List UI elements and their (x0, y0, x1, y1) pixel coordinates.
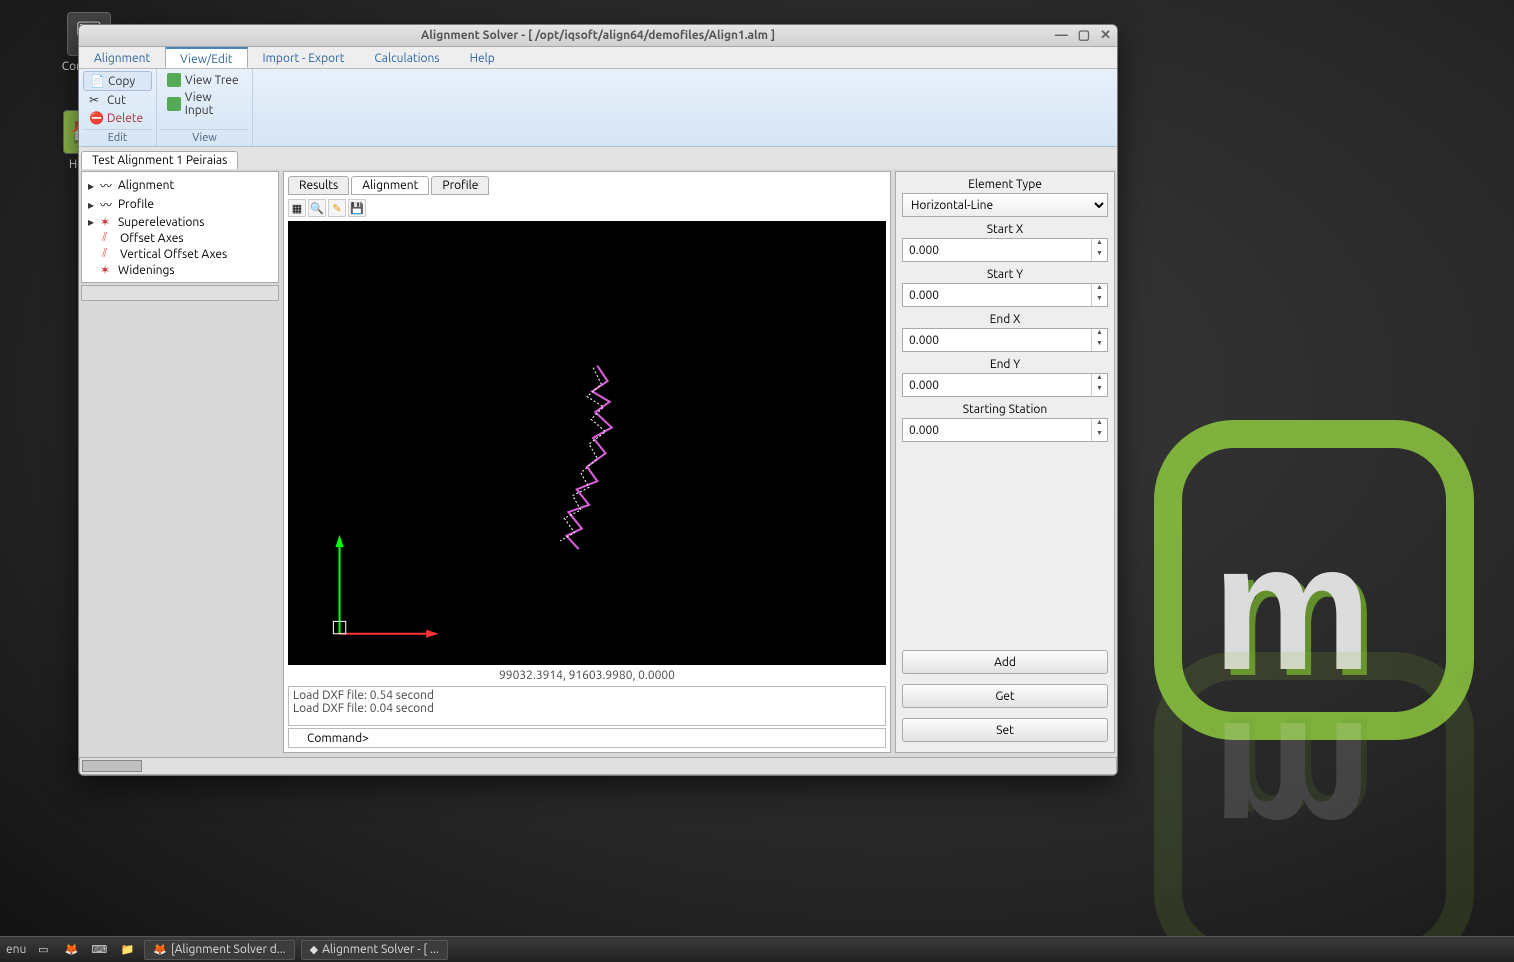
tab-results[interactable]: Results (288, 176, 349, 195)
menu-button-label[interactable]: enu (6, 943, 26, 956)
log-panel[interactable]: Load DXF file: 0.54 second Load DXF file… (288, 686, 886, 726)
input-icon (167, 97, 181, 111)
show-desktop-icon[interactable]: ▭ (32, 940, 54, 960)
files-icon[interactable]: 📁 (116, 940, 138, 960)
spin-down[interactable]: ▼ (1092, 295, 1107, 306)
tab-alignment[interactable]: Alignment (351, 176, 429, 195)
copy-icon: 📄 (90, 74, 104, 88)
start-y-input[interactable]: ▲▼ (902, 283, 1108, 307)
menu-import-export[interactable]: Import - Export (248, 47, 360, 68)
taskbar-item[interactable]: 🦊 [Alignment Solver d... (144, 940, 294, 960)
app-window: Alignment Solver - [ /opt/iqsoft/align64… (78, 24, 1118, 776)
properties-panel: Element Type Horizontal-Line Start X ▲▼ … (895, 171, 1115, 753)
field-label: End X (902, 313, 1108, 326)
delete-icon: ⛔ (89, 111, 103, 125)
mint-logo-reflection: m (1154, 652, 1474, 962)
log-line: Load DXF file: 0.54 second (293, 689, 881, 702)
field-label: Start Y (902, 268, 1108, 281)
ribbon-group-label: View (161, 129, 248, 144)
firefox-icon[interactable]: 🦊 (60, 940, 82, 960)
doc-tab[interactable]: Test Alignment 1 Peiraias (81, 151, 238, 169)
alignment-drawing (288, 221, 886, 665)
end-x-input[interactable]: ▲▼ (902, 328, 1108, 352)
command-input-wrap (288, 728, 886, 748)
tree-node-profile[interactable]: ▸〰Profile (84, 195, 276, 214)
save-icon[interactable]: 💾 (348, 199, 366, 217)
zoom-icon[interactable]: 🔍 (308, 199, 326, 217)
canvas-toolbar: ▦ 🔍 ✎ 💾 (288, 195, 886, 221)
tree-node-superelevations[interactable]: ▸✶Superelevations (84, 214, 276, 230)
tree-panel[interactable]: ▸〰Alignment ▸〰Profile ▸✶Superelevations … (81, 171, 279, 283)
ribbon-group-view: View Tree View Input View (157, 69, 253, 146)
element-type-select[interactable]: Horizontal-Line (902, 193, 1108, 217)
starting-station-input[interactable]: ▲▼ (902, 418, 1108, 442)
center-tabs: Results Alignment Profile (288, 176, 886, 195)
menubar: Alignment View/Edit Import - Export Calc… (79, 47, 1117, 69)
get-button[interactable]: Get (902, 684, 1108, 708)
field-label: Starting Station (902, 403, 1108, 416)
command-input[interactable] (289, 732, 885, 745)
close-button[interactable]: ✕ (1100, 28, 1111, 43)
start-x-input[interactable]: ▲▼ (902, 238, 1108, 262)
menu-view-edit[interactable]: View/Edit (165, 47, 247, 68)
log-line: Load DXF file: 0.04 second (293, 702, 881, 715)
document-tabbar: Test Alignment 1 Peiraias (79, 147, 1117, 169)
tree-node-widenings[interactable]: ✶Widenings (84, 262, 276, 278)
field-label: Start X (902, 223, 1108, 236)
titlebar[interactable]: Alignment Solver - [ /opt/iqsoft/align64… (79, 25, 1117, 47)
set-button[interactable]: Set (902, 718, 1108, 742)
menu-alignment[interactable]: Alignment (79, 47, 165, 68)
terminal-icon[interactable]: ⌨ (88, 940, 110, 960)
window-horizontal-scrollbar[interactable] (79, 757, 1117, 775)
taskbar: enu ▭ 🦊 ⌨ 📁 🦊 [Alignment Solver d... ◆ A… (0, 936, 1514, 962)
tree-horizontal-scrollbar[interactable] (81, 285, 279, 301)
element-type-label: Element Type (902, 178, 1108, 191)
tree-node-vertical-offset-axes[interactable]: ⫽Vertical Offset Axes (84, 246, 276, 262)
ribbon: 📄Copy ✂Cut ⛔Delete Edit View Tree View I… (79, 69, 1117, 147)
taskbar-item[interactable]: ◆ Alignment Solver - [ ... (301, 940, 448, 960)
maximize-button[interactable]: ▢ (1078, 28, 1090, 43)
spin-down[interactable]: ▼ (1092, 340, 1107, 351)
ribbon-group-edit: 📄Copy ✂Cut ⛔Delete Edit (79, 69, 157, 146)
tree-node-alignment[interactable]: ▸〰Alignment (84, 176, 276, 195)
menu-calculations[interactable]: Calculations (359, 47, 454, 68)
grid-icon[interactable]: ▦ (288, 199, 306, 217)
delete-button[interactable]: ⛔Delete (83, 109, 152, 127)
minimize-button[interactable]: — (1055, 28, 1068, 43)
tree-node-offset-axes[interactable]: ⫽Offset Axes (84, 230, 276, 246)
coordinate-readout: 99032.3914, 91603.9980, 0.0000 (288, 665, 886, 686)
pencil-icon[interactable]: ✎ (328, 199, 346, 217)
spin-down[interactable]: ▼ (1092, 385, 1107, 396)
center-panel: Results Alignment Profile ▦ 🔍 ✎ 💾 (283, 171, 891, 753)
copy-button[interactable]: 📄Copy (83, 71, 152, 91)
cut-button[interactable]: ✂Cut (83, 91, 152, 109)
ribbon-group-label: Edit (83, 129, 152, 144)
tree-icon (167, 73, 181, 87)
view-input-button[interactable]: View Input (161, 89, 248, 119)
spin-down[interactable]: ▼ (1092, 250, 1107, 261)
view-tree-button[interactable]: View Tree (161, 71, 248, 89)
cut-icon: ✂ (89, 93, 103, 107)
viewport-canvas[interactable] (288, 221, 886, 665)
tab-profile[interactable]: Profile (431, 176, 489, 195)
menu-help[interactable]: Help (455, 47, 510, 68)
window-title: Alignment Solver - [ /opt/iqsoft/align64… (79, 29, 1117, 42)
field-label: End Y (902, 358, 1108, 371)
end-y-input[interactable]: ▲▼ (902, 373, 1108, 397)
spin-down[interactable]: ▼ (1092, 430, 1107, 441)
add-button[interactable]: Add (902, 650, 1108, 674)
